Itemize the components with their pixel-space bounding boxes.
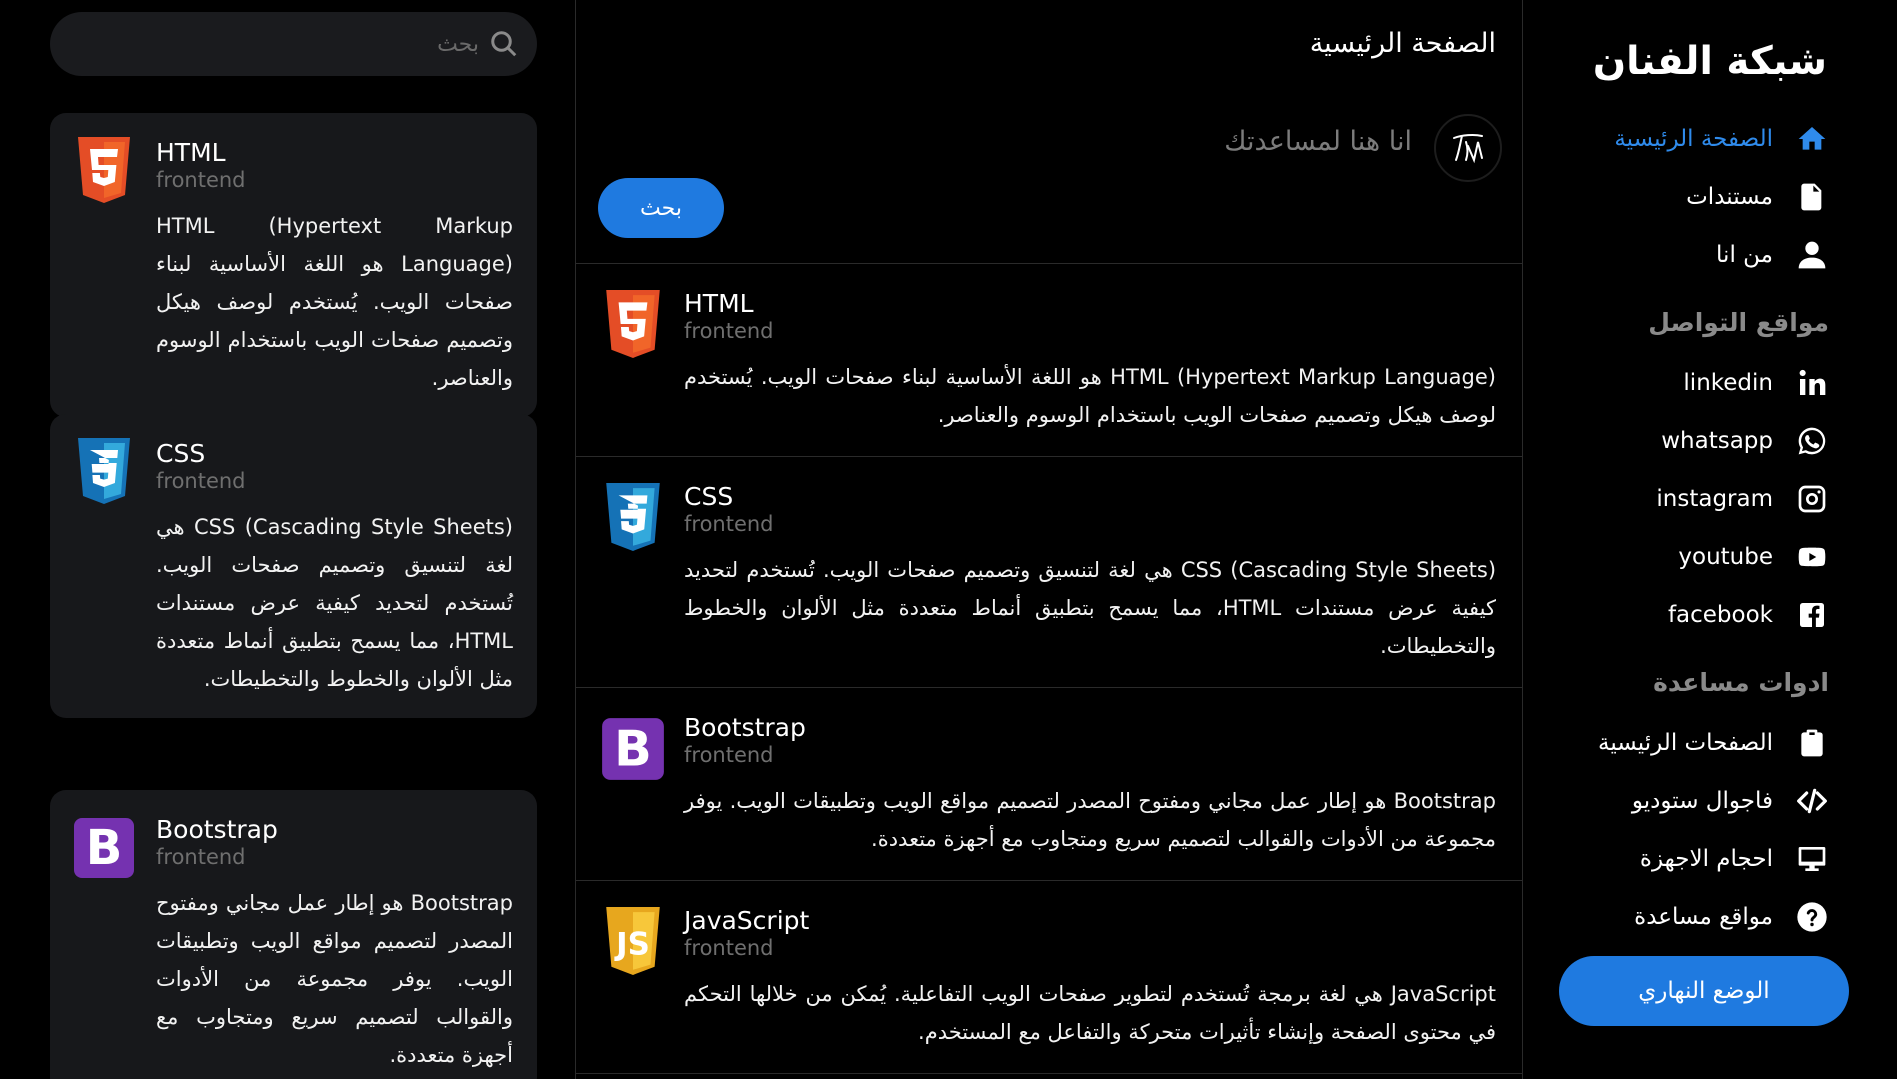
facebook-icon (1795, 598, 1829, 632)
svg-text:B: B (614, 719, 652, 777)
post-body: CSS (Cascading Style Sheets) هي لغة لتنس… (684, 558, 1497, 658)
bootstrap-logo-icon: B (74, 818, 134, 878)
sidebar: شبكة الفنان الصفحة الرئيسية مستندات من ا… (1525, 0, 1897, 1079)
social-label: youtube (1678, 544, 1773, 570)
social-label: facebook (1667, 602, 1773, 628)
card-subtitle: frontend (156, 845, 246, 869)
post-item[interactable]: CSS frontend CSS (Cascading Style Sheets… (576, 457, 1522, 688)
nav-label: من انا (1716, 242, 1773, 268)
social-item-youtube[interactable]: youtube (1565, 528, 1829, 586)
post-title: Bootstrap (684, 713, 806, 742)
svg-text:JS: JS (614, 926, 650, 962)
topic-card[interactable]: CSS frontend CSS (Cascading Style Sheets… (50, 414, 537, 718)
help-icon (1795, 900, 1829, 934)
card-body: CSS (Cascading Style Sheets) هي لغة لتنس… (156, 515, 513, 691)
nav-item-documents[interactable]: مستندات (1565, 168, 1829, 226)
post-title: HTML (684, 289, 754, 318)
tool-label: فاجوال ستوديو (1631, 788, 1773, 814)
main-feed: الصفحة الرئيسية انا هنا لمساعدتك بحث HTM… (575, 0, 1523, 1079)
search-icon (491, 31, 517, 57)
clipboard-icon (1795, 726, 1829, 760)
tool-item-main-pages[interactable]: الصفحات الرئيسية (1565, 714, 1829, 772)
post-subtitle: frontend (684, 743, 774, 767)
tool-label: احجام الاجهزة (1639, 846, 1773, 872)
tool-item-device-sizes[interactable]: احجام الاجهزة (1565, 830, 1829, 888)
css3-logo-icon (78, 438, 130, 504)
light-mode-button[interactable]: الوضع النهاري (1559, 956, 1849, 1026)
javascript-logo-icon: JS (606, 907, 660, 975)
social-item-whatsapp[interactable]: whatsapp (1565, 412, 1829, 470)
whatsapp-icon (1795, 424, 1829, 458)
topic-card[interactable]: HTML frontend HTML (Hypertext Markup Lan… (50, 113, 537, 417)
document-icon (1795, 180, 1829, 214)
tool-label: الصفحات الرئيسية (1597, 730, 1773, 756)
social-item-linkedin[interactable]: linkedin (1565, 354, 1829, 412)
code-icon (1795, 784, 1829, 818)
signature-logo-icon (1453, 133, 1483, 164)
search-post-button[interactable]: بحث (598, 178, 724, 238)
svg-text:B: B (86, 820, 123, 876)
card-body: Bootstrap هو إطار عمل مجاني ومفتوح المصد… (156, 891, 513, 1067)
tool-label: مواقع مساعدة (1634, 904, 1773, 930)
topic-card[interactable]: B Bootstrap frontend Bootstrap هو إطار ع… (50, 790, 537, 1079)
post-subtitle: frontend (684, 512, 774, 536)
tool-item-help-sites[interactable]: مواقع مساعدة (1565, 888, 1829, 946)
post-title: JavaScript (684, 906, 810, 935)
post-title: CSS (684, 482, 734, 511)
card-subtitle: frontend (156, 469, 246, 493)
search-input[interactable] (99, 31, 479, 57)
search-box[interactable] (50, 12, 537, 76)
post-body: Bootstrap هو إطار عمل مجاني ومفتوح المصد… (684, 789, 1496, 851)
youtube-icon (1795, 540, 1829, 574)
linkedin-icon (1795, 366, 1829, 400)
nav-item-home[interactable]: الصفحة الرئيسية (1565, 110, 1829, 168)
css3-logo-icon (606, 483, 660, 551)
monitor-icon (1795, 842, 1829, 876)
post-item[interactable]: HTML frontend HTML (Hypertext Markup Lan… (576, 264, 1522, 457)
post-item[interactable]: B Bootstrap frontend Bootstrap هو إطار ع… (576, 688, 1522, 881)
page-title: الصفحة الرئيسية (1309, 28, 1496, 59)
instagram-icon (1795, 482, 1829, 516)
card-title: HTML (156, 138, 226, 167)
post-item[interactable]: JS JavaScript frontend JavaScript هي لغة… (576, 881, 1522, 1074)
nav-item-about[interactable]: من انا (1565, 226, 1829, 284)
tools-section-title: ادوات مساعدة (1653, 668, 1829, 697)
card-body: HTML (Hypertext Markup Language) هو اللغ… (156, 214, 513, 390)
user-icon (1795, 238, 1829, 272)
social-label: whatsapp (1661, 428, 1773, 454)
html5-logo-icon (78, 137, 130, 203)
post-subtitle: frontend (684, 319, 774, 343)
card-title: CSS (156, 439, 206, 468)
avatar[interactable] (1434, 114, 1502, 182)
bootstrap-logo-icon: B (602, 718, 664, 780)
card-subtitle: frontend (156, 168, 246, 192)
post-body: HTML (Hypertext Markup Language) هو اللغ… (684, 365, 1496, 427)
nav-label: الصفحة الرئيسية (1614, 126, 1773, 152)
left-panel: HTML frontend HTML (Hypertext Markup Lan… (0, 0, 575, 1079)
social-item-instagram[interactable]: instagram (1565, 470, 1829, 528)
composer: انا هنا لمساعدتك بحث (576, 86, 1522, 264)
social-item-facebook[interactable]: facebook (1565, 586, 1829, 644)
nav-label: مستندات (1686, 184, 1773, 210)
post-subtitle: frontend (684, 936, 774, 960)
brand-title[interactable]: شبكة الفنان (1565, 20, 1829, 110)
html5-logo-icon (606, 290, 660, 358)
social-label: instagram (1656, 486, 1773, 512)
home-icon (1795, 122, 1829, 156)
post-body: JavaScript هي لغة برمجة تُستخدم لتطوير ص… (684, 982, 1496, 1044)
card-title: Bootstrap (156, 815, 278, 844)
social-section-title: مواقع التواصل (1648, 308, 1829, 337)
social-label: linkedin (1683, 370, 1773, 396)
composer-prompt[interactable]: انا هنا لمساعدتك (1224, 126, 1412, 157)
tool-item-visual-studio[interactable]: فاجوال ستوديو (1565, 772, 1829, 830)
